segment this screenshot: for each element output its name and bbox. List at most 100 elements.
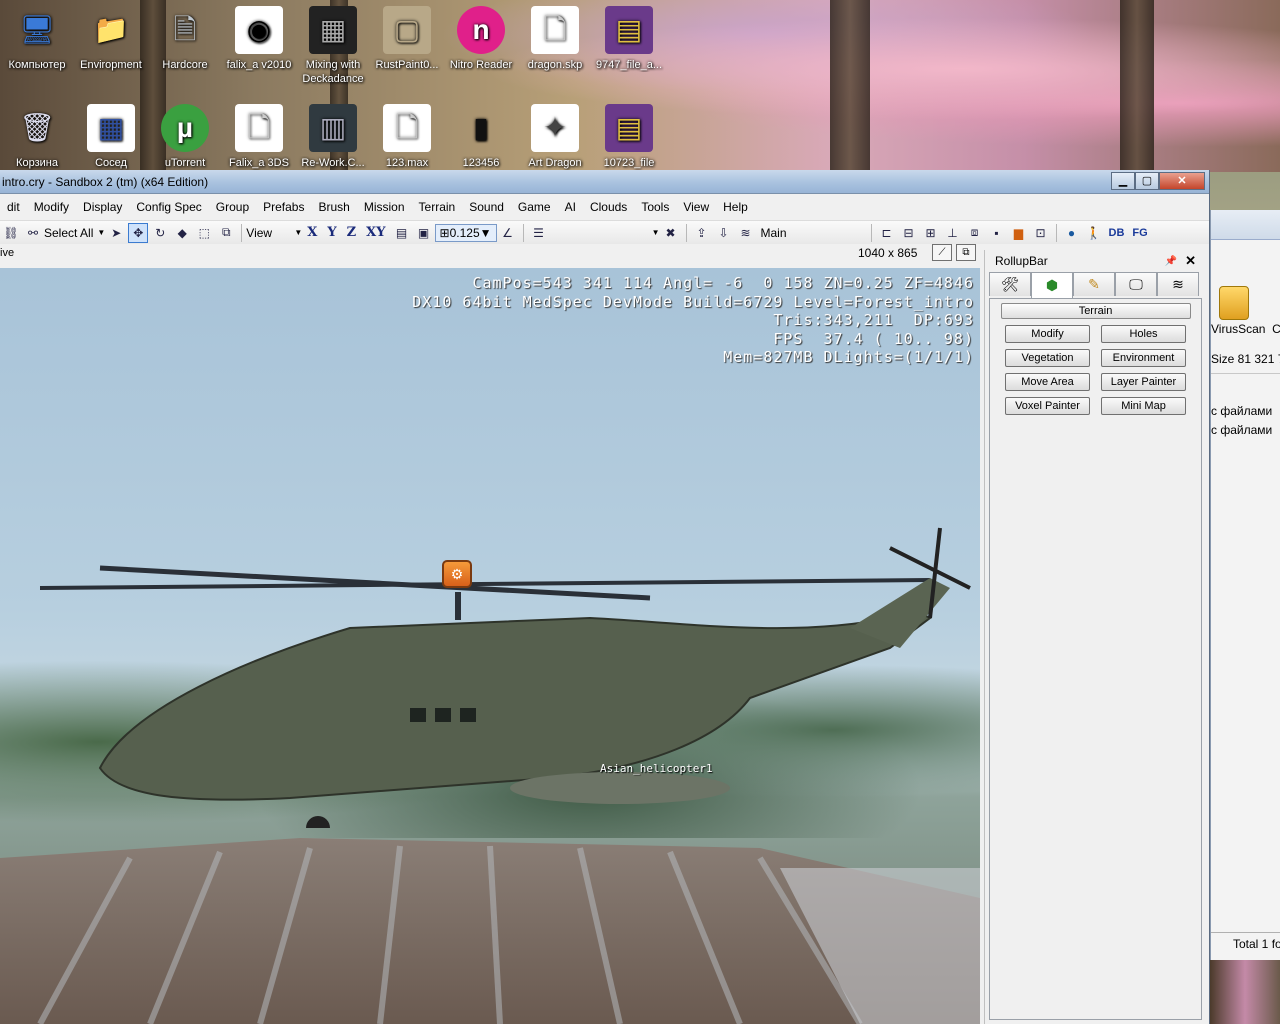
environment-button[interactable]: Environment: [1101, 349, 1186, 367]
tab-objects[interactable]: 🛠: [989, 272, 1031, 296]
stack-icon[interactable]: ⧈: [965, 223, 985, 243]
menu-mission[interactable]: Mission: [357, 200, 412, 214]
desktop-icon[interactable]: ▦ Mixing with Deckadance: [296, 6, 370, 86]
desktop-icon[interactable]: 📁 Enviropment: [74, 6, 148, 86]
menu-brush[interactable]: Brush: [311, 200, 356, 214]
pin-icon[interactable]: 📌: [1165, 256, 1177, 267]
desktop-icon[interactable]: ▥ Re-Work.C...: [296, 104, 370, 170]
close-icon[interactable]: ✕: [1185, 253, 1196, 269]
menu-game[interactable]: Game: [511, 200, 558, 214]
align-grid-icon[interactable]: ⊟: [899, 223, 919, 243]
coordinate-system-combo[interactable]: View ▼: [246, 224, 302, 242]
entity-marker-icon[interactable]: ⚙: [442, 560, 472, 588]
physics-icon[interactable]: ▪: [987, 223, 1007, 243]
close-button[interactable]: ✕: [1159, 171, 1205, 190]
holes-button[interactable]: Holes: [1101, 325, 1186, 343]
desktop-icon[interactable]: ▮ 123456: [444, 104, 518, 170]
desktop-icon[interactable]: 🗑 Корзина: [0, 104, 74, 170]
desktop-icon[interactable]: 🗋 123.max: [370, 104, 444, 170]
title-bar[interactable]: intro.cry - Sandbox 2 (tm) (x64 Edition)…: [0, 170, 1209, 194]
import-icon[interactable]: ⇩: [714, 223, 734, 243]
globe-icon[interactable]: ●: [1062, 223, 1082, 243]
tab-terrain[interactable]: ⬢: [1031, 272, 1073, 298]
drop-to-ground-icon[interactable]: ⊥: [943, 223, 963, 243]
desktop-icon[interactable]: 🗋 dragon.skp: [518, 6, 592, 86]
menu-view[interactable]: View: [676, 200, 716, 214]
menu-bar: dit Modify Display Config Spec Group Pre…: [0, 194, 1209, 220]
grid-snap-combo[interactable]: ⊞ 0.125 ▼: [434, 223, 497, 242]
terrain-follow-icon[interactable]: ▤: [392, 223, 412, 243]
menu-modify[interactable]: Modify: [27, 200, 76, 214]
flowgraph-button[interactable]: FG: [1128, 227, 1151, 239]
menu-config-spec[interactable]: Config Spec: [129, 200, 208, 214]
angle-snap-icon[interactable]: ∠: [498, 223, 518, 243]
file-row[interactable]: с файлами: [1211, 404, 1272, 418]
grid-toggle-icon[interactable]: ⊡: [1031, 223, 1051, 243]
axis-z-button[interactable]: Z: [342, 225, 362, 240]
menu-group[interactable]: Group: [209, 200, 256, 214]
move-area-button[interactable]: Move Area: [1005, 373, 1090, 391]
desktop-icon[interactable]: 🖥 Компьютер: [0, 6, 74, 86]
desktop-icon[interactable]: ◉ falix_a v2010: [222, 6, 296, 86]
layer-painter-button[interactable]: Layer Painter: [1101, 373, 1186, 391]
terrain-section-header[interactable]: Terrain: [1000, 303, 1191, 319]
snap-to-objects-icon[interactable]: ▣: [414, 223, 434, 243]
axis-x-button[interactable]: X: [302, 225, 322, 240]
desktop-icon[interactable]: n Nitro Reader: [444, 6, 518, 86]
maximize-button[interactable]: ▢: [1135, 171, 1159, 190]
desktop-icon[interactable]: ▤ 10723_file: [592, 104, 666, 170]
modify-button[interactable]: Modify: [1005, 325, 1090, 343]
virusscan-icon[interactable]: [1219, 286, 1249, 320]
main-layer-label[interactable]: Main: [757, 226, 791, 240]
vegetation-button[interactable]: Vegetation: [1005, 349, 1090, 367]
menu-edit[interactable]: dit: [0, 200, 27, 214]
database-button[interactable]: DB: [1105, 227, 1129, 239]
scale-icon[interactable]: ◆: [172, 223, 192, 243]
menu-prefabs[interactable]: Prefabs: [256, 200, 311, 214]
menu-ai[interactable]: AI: [558, 200, 583, 214]
ai-walk-icon[interactable]: 🚶: [1084, 223, 1104, 243]
axis-y-button[interactable]: Y: [322, 225, 341, 240]
material-icon[interactable]: ▆: [1009, 223, 1029, 243]
desktop-icon[interactable]: ▤ 9747_file_a...: [592, 6, 666, 86]
3d-viewport[interactable]: ⚙ Asian_helicopter1 CamPos=543 341 114 A…: [0, 268, 980, 1024]
desktop-icon[interactable]: µ uTorrent: [148, 104, 222, 170]
select-arrow-icon[interactable]: ➤: [106, 223, 126, 243]
align-icon[interactable]: ⊏: [877, 223, 897, 243]
desktop-icon[interactable]: 🗎 Hardcore: [148, 6, 222, 86]
voxel-painter-button[interactable]: Voxel Painter: [1005, 397, 1090, 415]
selection-list-icon[interactable]: ☰: [529, 223, 549, 243]
desktop-icon[interactable]: ✦ Art Dragon: [518, 104, 592, 170]
menu-terrain[interactable]: Terrain: [412, 200, 463, 214]
unlink-icon[interactable]: ⚯: [23, 223, 43, 243]
export-icon[interactable]: ⇪: [692, 223, 712, 243]
file-row[interactable]: с файлами: [1211, 423, 1272, 437]
link-icon[interactable]: ⛓: [1, 223, 21, 243]
tab-layers[interactable]: ≋: [1157, 272, 1199, 296]
mini-map-button[interactable]: Mini Map: [1101, 397, 1186, 415]
menu-clouds[interactable]: Clouds: [583, 200, 634, 214]
grid-view-icon[interactable]: ⊞: [921, 223, 941, 243]
delete-selection-icon[interactable]: ✖: [661, 223, 681, 243]
rotate-icon[interactable]: ↻: [150, 223, 170, 243]
named-selection-combo[interactable]: ▼: [550, 224, 660, 242]
menu-help[interactable]: Help: [716, 200, 755, 214]
select-region-icon[interactable]: ⧉: [216, 223, 236, 243]
background-window[interactable]: VirusScan C Size 81 321 79 с файлами с ф…: [1210, 210, 1280, 960]
menu-tools[interactable]: Tools: [634, 200, 676, 214]
minimize-button[interactable]: ▁: [1111, 171, 1135, 190]
tab-display[interactable]: 🖵: [1115, 272, 1157, 296]
menu-sound[interactable]: Sound: [462, 200, 511, 214]
desktop-icon[interactable]: ▢ RustPaint0...: [370, 6, 444, 86]
selection-combo[interactable]: Select All ▼: [44, 224, 105, 242]
move-icon[interactable]: ✥: [128, 222, 149, 243]
viewport-maximize-icon[interactable]: ⧉: [956, 244, 976, 261]
desktop-icon[interactable]: ▦ Сосед: [74, 104, 148, 170]
tab-modeling[interactable]: ✎: [1073, 272, 1115, 296]
desktop-icon[interactable]: 🗋 Falix_a 3DS: [222, 104, 296, 170]
select-terrain-icon[interactable]: ⬚: [194, 223, 214, 243]
axis-xy-button[interactable]: XY: [361, 225, 390, 240]
layers-icon[interactable]: ≋: [736, 223, 756, 243]
viewport-options-icon[interactable]: ⟋: [932, 244, 952, 261]
menu-display[interactable]: Display: [76, 200, 129, 214]
